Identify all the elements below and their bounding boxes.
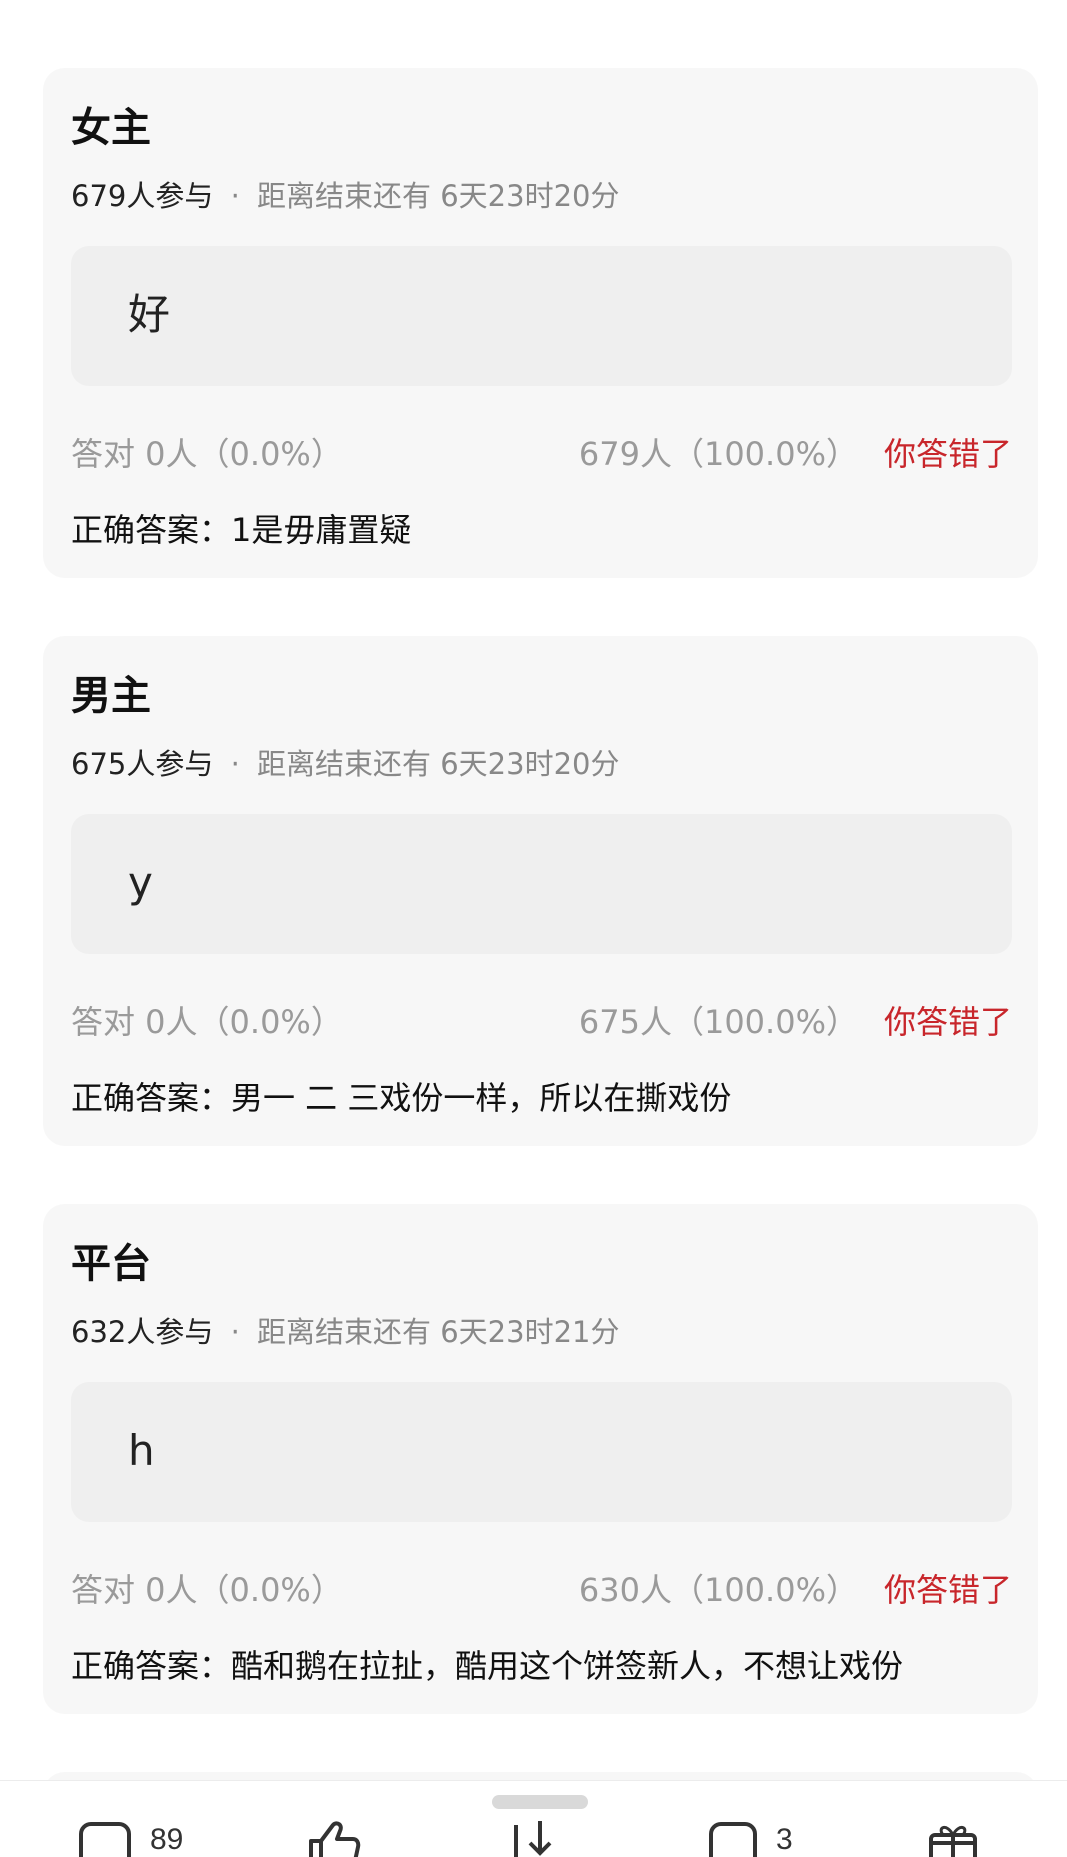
repost-button[interactable]: 3 bbox=[708, 1821, 838, 1857]
meta-separator: · bbox=[230, 1315, 240, 1349]
time-left: 距离结束还有 6天23时20分 bbox=[257, 747, 620, 781]
answer-stats: 答对 0人（0.0%） 679人（100.0%） 你答错了 bbox=[71, 434, 1012, 474]
drag-handle[interactable] bbox=[492, 1795, 588, 1809]
correct-count: 答对 0人（0.0%） bbox=[71, 1571, 343, 1609]
correct-answer: 正确答案：男一 二 三戏份一样，所以在撕戏份 bbox=[71, 1079, 732, 1117]
repost-icon bbox=[709, 1822, 757, 1857]
correct-count: 答对 0人（0.0%） bbox=[71, 1003, 343, 1041]
my-answer: h bbox=[128, 1426, 155, 1475]
comment-count: 89 bbox=[150, 1823, 184, 1856]
wrong-result-label: 你答错了 bbox=[883, 1571, 1012, 1609]
wrong-count: 675人（100.0%） bbox=[578, 1003, 858, 1041]
card-meta: 632人参与 · 距离结束还有 6天23时21分 bbox=[71, 1314, 620, 1350]
quiz-card: 平台 632人参与 · 距离结束还有 6天23时21分 h 答对 0人（0.0%… bbox=[43, 1204, 1038, 1714]
card-title: 女主 bbox=[71, 105, 151, 151]
correct-answer: 正确答案：酷和鹅在拉扯，酷用这个饼签新人，不想让戏份 bbox=[71, 1647, 904, 1685]
correct-answer: 正确答案：1是毋庸置疑 bbox=[71, 511, 412, 549]
meta-separator: · bbox=[230, 747, 240, 781]
repost-count: 3 bbox=[776, 1823, 793, 1856]
my-answer-box[interactable]: 好 bbox=[71, 246, 1012, 386]
wrong-count: 679人（100.0%） bbox=[578, 435, 858, 473]
gift-button[interactable] bbox=[925, 1821, 985, 1857]
answer-stats: 答对 0人（0.0%） 630人（100.0%） 你答错了 bbox=[71, 1570, 1012, 1610]
like-icon bbox=[309, 1821, 361, 1857]
quiz-card: 男主 675人参与 · 距离结束还有 6天23时20分 y 答对 0人（0.0%… bbox=[43, 636, 1038, 1146]
bottom-action-bar: 89 3 bbox=[0, 1780, 1067, 1857]
answer-stats: 答对 0人（0.0%） 675人（100.0%） 你答错了 bbox=[71, 1002, 1012, 1042]
wrong-count: 630人（100.0%） bbox=[578, 1571, 858, 1609]
my-answer-box[interactable]: y bbox=[71, 814, 1012, 954]
my-answer-box[interactable]: h bbox=[71, 1382, 1012, 1522]
wrong-result-label: 你答错了 bbox=[883, 1003, 1012, 1041]
time-left: 距离结束还有 6天23时21分 bbox=[257, 1315, 620, 1349]
wrong-result-label: 你答错了 bbox=[883, 435, 1012, 473]
quiz-card: 女主 679人参与 · 距离结束还有 6天23时20分 好 答对 0人（0.0%… bbox=[43, 68, 1038, 578]
card-title: 平台 bbox=[71, 1241, 151, 1287]
card-meta: 679人参与 · 距离结束还有 6天23时20分 bbox=[71, 178, 620, 214]
correct-count: 答对 0人（0.0%） bbox=[71, 435, 343, 473]
gift-icon bbox=[929, 1826, 977, 1857]
wrong-stats: 679人（100.0%） 你答错了 bbox=[579, 434, 1012, 474]
card-meta: 675人参与 · 距离结束还有 6天23时20分 bbox=[71, 746, 620, 782]
download-button[interactable] bbox=[510, 1821, 570, 1857]
participant-count: 675人参与 bbox=[71, 747, 214, 781]
time-left: 距离结束还有 6天23时20分 bbox=[257, 179, 620, 213]
participant-count: 679人参与 bbox=[71, 179, 214, 213]
my-answer: y bbox=[128, 858, 153, 907]
wrong-stats: 630人（100.0%） 你答错了 bbox=[579, 1570, 1012, 1610]
wrong-stats: 675人（100.0%） 你答错了 bbox=[579, 1002, 1012, 1042]
my-answer: 好 bbox=[128, 290, 171, 339]
like-button[interactable] bbox=[305, 1821, 365, 1857]
comment-button[interactable]: 89 bbox=[78, 1821, 208, 1857]
participant-count: 632人参与 bbox=[71, 1315, 214, 1349]
download-icon bbox=[514, 1821, 552, 1857]
comment-icon bbox=[79, 1822, 131, 1857]
meta-separator: · bbox=[230, 179, 240, 213]
card-title: 男主 bbox=[71, 673, 151, 719]
